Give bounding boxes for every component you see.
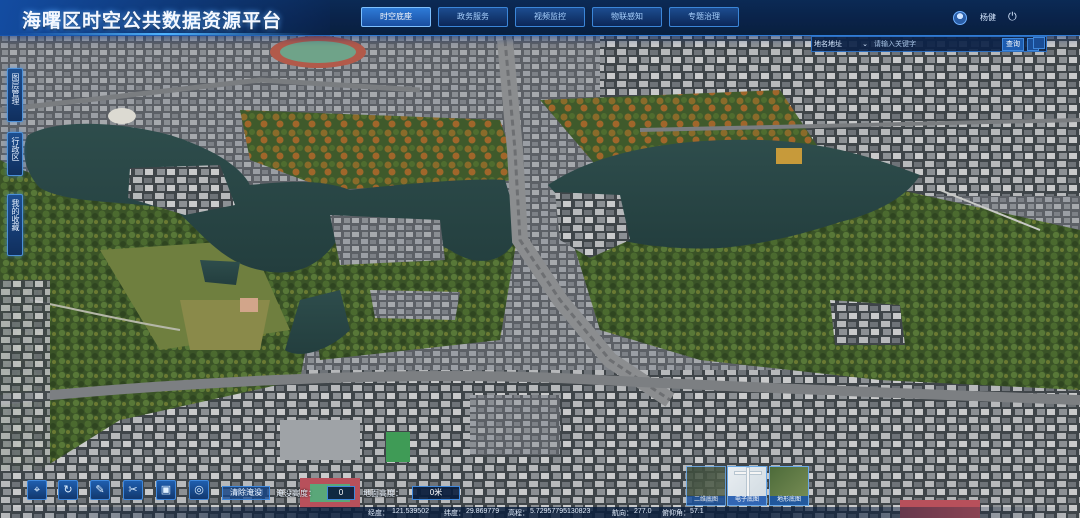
power-icon[interactable]: ⏻ <box>1008 11 1020 23</box>
app-title: 海曙区时空公共数据资源平台 <box>22 10 283 32</box>
chevron-down-icon: ⌄ <box>862 41 868 48</box>
search-type-label: 地名地址 <box>814 41 842 48</box>
lng-value: 121.539502 <box>392 508 429 515</box>
nav-tab-iot-sensing[interactable]: 物联感知 <box>592 7 662 27</box>
clear-flood-button[interactable]: 清除淹没 <box>222 486 270 500</box>
user-avatar[interactable] <box>953 11 967 25</box>
basemap-electronic[interactable]: 电子底图 <box>727 466 767 506</box>
layer-icon[interactable] <box>1033 37 1045 49</box>
flood-height-input[interactable]: 0 <box>327 486 355 500</box>
title-banner: 海曙区时空公共数据资源平台 <box>0 0 330 36</box>
aerial-map-view[interactable] <box>0 0 1080 518</box>
nav-tab-video-monitoring[interactable]: 视频监控 <box>515 7 585 27</box>
basemap-label: 电子底图 <box>728 496 766 505</box>
side-tab-label: 我的收藏 <box>11 199 20 231</box>
globe-icon[interactable]: ◎ <box>189 480 209 500</box>
measure-icon[interactable]: ✂ <box>123 480 143 500</box>
basemap-2d[interactable]: 二维底图 <box>686 466 726 506</box>
pitch-label: 俯仰角： <box>662 510 690 517</box>
heading-value: 277.0 <box>634 508 652 515</box>
capture-icon[interactable]: ▣ <box>156 480 176 500</box>
lat-value: 29.869779 <box>466 508 500 515</box>
side-tab-district[interactable]: 行政区 <box>7 132 23 176</box>
pitch-value: 57.1 <box>690 508 704 515</box>
basemap-label: 地形底图 <box>770 496 808 505</box>
title-underline <box>14 33 314 35</box>
side-tab-label: 行政区 <box>11 137 20 161</box>
side-tab-layer-management[interactable]: 图层管理 <box>7 68 23 122</box>
side-tab-favorites[interactable]: 我的收藏 <box>7 194 23 256</box>
lat-label: 纬度： <box>444 510 465 517</box>
search-bar: 地名地址 ⌄ 查询 <box>811 36 1047 52</box>
basemap-label: 二维底图 <box>687 496 725 505</box>
nav-tab-spatiotemporal-base[interactable]: 时空底座 <box>361 7 431 27</box>
top-header-bar: 海曙区时空公共数据资源平台 时空底座 政务服务 视频监控 物联感知 专题治理 杨… <box>0 0 1080 36</box>
lng-label: 经度： <box>368 510 389 517</box>
app-window: 海曙区时空公共数据资源平台 时空底座 政务服务 视频监控 物联感知 专题治理 杨… <box>0 0 1080 518</box>
alt-value: 5.72957795130823 <box>530 508 591 515</box>
side-tab-label: 图层管理 <box>11 73 20 105</box>
ground-height-input[interactable]: 0米 <box>412 486 460 500</box>
basemap-terrain[interactable]: 地形底图 <box>769 466 809 506</box>
search-button[interactable]: 查询 <box>1002 38 1024 51</box>
heading-label: 航向： <box>612 510 633 517</box>
nav-tab-government-service[interactable]: 政务服务 <box>438 7 508 27</box>
pin-icon[interactable]: ✎ <box>90 480 110 500</box>
search-input[interactable] <box>874 39 998 50</box>
refresh-icon[interactable]: ↻ <box>58 480 78 500</box>
alt-label: 高程： <box>508 510 529 517</box>
search-type-select[interactable]: 地名地址 ⌄ <box>814 39 868 50</box>
flood-height-label: 淹没高度： <box>276 489 316 498</box>
nav-tab-thematic-governance[interactable]: 专题治理 <box>669 7 739 27</box>
ground-height-label: 地面高度： <box>363 489 403 498</box>
user-name[interactable]: 杨健 <box>980 12 996 23</box>
location-icon[interactable]: ⌖ <box>27 480 47 500</box>
